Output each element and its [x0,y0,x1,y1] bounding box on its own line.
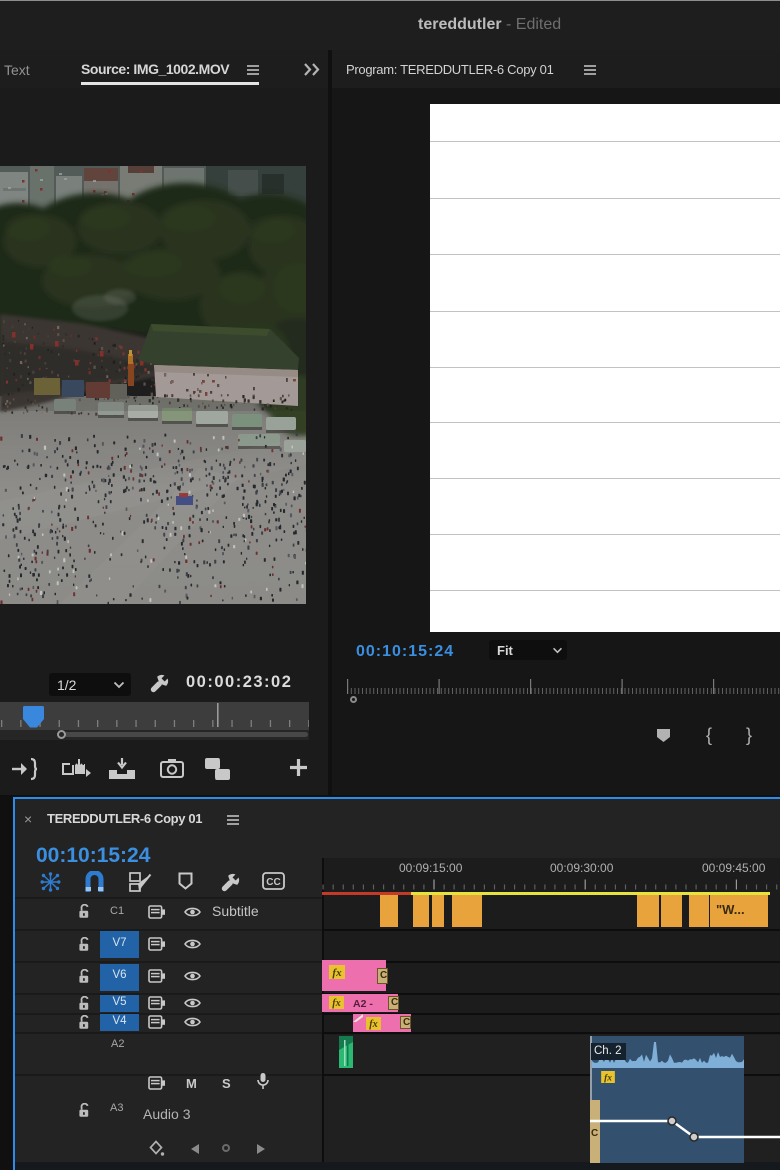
svg-text:CC: CC [266,877,280,888]
svg-text:fx: fx [604,1073,612,1083]
svg-text:fx: fx [332,998,341,1009]
svg-text:fx: fx [369,1019,378,1030]
svg-text:fx: fx [332,967,342,979]
